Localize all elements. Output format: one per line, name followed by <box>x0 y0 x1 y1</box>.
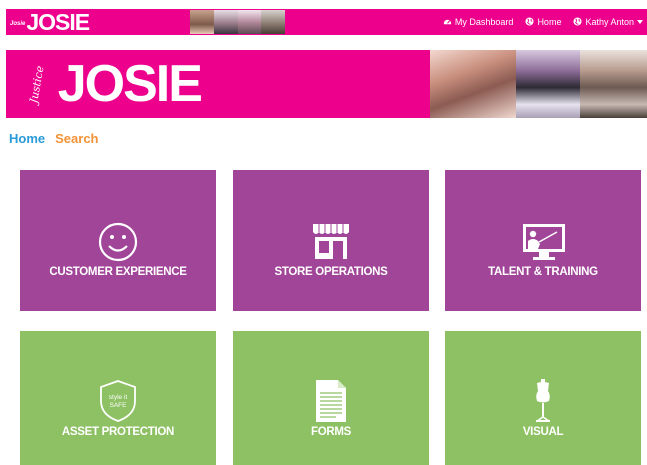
logo-small-script: Josie <box>10 20 26 27</box>
dashboard-icon <box>443 17 452 28</box>
breadcrumb: Home Search <box>9 131 99 146</box>
tile-asset-protection[interactable]: style it SAFE ASSET PROTECTION <box>20 331 216 465</box>
tile-label: TALENT & TRAINING <box>488 266 598 278</box>
josie-logo-small[interactable]: JosieJOSIE <box>10 9 90 35</box>
tile-store-operations[interactable]: STORE OPERATIONS <box>233 170 429 311</box>
home-link[interactable]: Home <box>525 16 562 28</box>
user-nav: My Dashboard Home Kathy Anton <box>431 9 643 35</box>
document-icon <box>233 379 429 423</box>
mannequin-icon <box>445 379 641 423</box>
logo-large-text: JOSIE <box>57 55 203 113</box>
top-navigation-bar: JosieJOSIE My Dashboard Home Kathy Anton <box>6 9 647 35</box>
tile-label: ASSET PROTECTION <box>61 426 175 438</box>
chevron-down-icon <box>637 20 643 24</box>
my-dashboard-link[interactable]: My Dashboard <box>443 17 514 28</box>
tile-forms[interactable]: FORMS <box>233 331 429 465</box>
home-label: Home <box>537 17 562 27</box>
globe-icon <box>525 16 534 28</box>
header-banner: Justice JOSIE <box>6 50 647 118</box>
banner-photo-group <box>430 50 516 118</box>
josie-logo-large[interactable]: Justice JOSIE <box>18 50 203 118</box>
tile-talent-training[interactable]: TALENT & TRAINING <box>445 170 641 311</box>
tile-label: VISUAL <box>522 426 564 438</box>
presentation-icon <box>445 222 641 262</box>
storefront-icon <box>233 222 429 260</box>
my-dashboard-label: My Dashboard <box>454 17 514 27</box>
shield-icon: style it SAFE <box>20 379 216 423</box>
user-name-label: Kathy Anton <box>585 17 634 27</box>
logo-small-text: JOSIE <box>26 9 90 35</box>
banner-photo-girl <box>516 50 580 118</box>
tile-customer-experience[interactable]: CUSTOMER EXPERIENCE <box>20 170 216 311</box>
globe-icon <box>573 16 583 28</box>
logo-script-text: Justice <box>27 64 47 104</box>
banner-photo-friends <box>580 50 647 118</box>
smiley-icon <box>20 222 216 262</box>
user-menu-dropdown[interactable]: Kathy Anton <box>573 16 643 28</box>
header-photo-strip <box>190 10 285 34</box>
tile-label: CUSTOMER EXPERIENCE <box>49 266 187 278</box>
breadcrumb-search-link[interactable]: Search <box>55 131 98 146</box>
tile-label: STORE OPERATIONS <box>274 266 388 278</box>
shield-badge-line1: style it <box>109 394 128 401</box>
breadcrumb-home-link[interactable]: Home <box>9 131 45 146</box>
tile-visual[interactable]: VISUAL <box>445 331 641 465</box>
shield-badge-line2: SAFE <box>110 402 128 409</box>
tile-label: FORMS <box>310 426 352 438</box>
banner-photo-collage <box>430 50 647 118</box>
